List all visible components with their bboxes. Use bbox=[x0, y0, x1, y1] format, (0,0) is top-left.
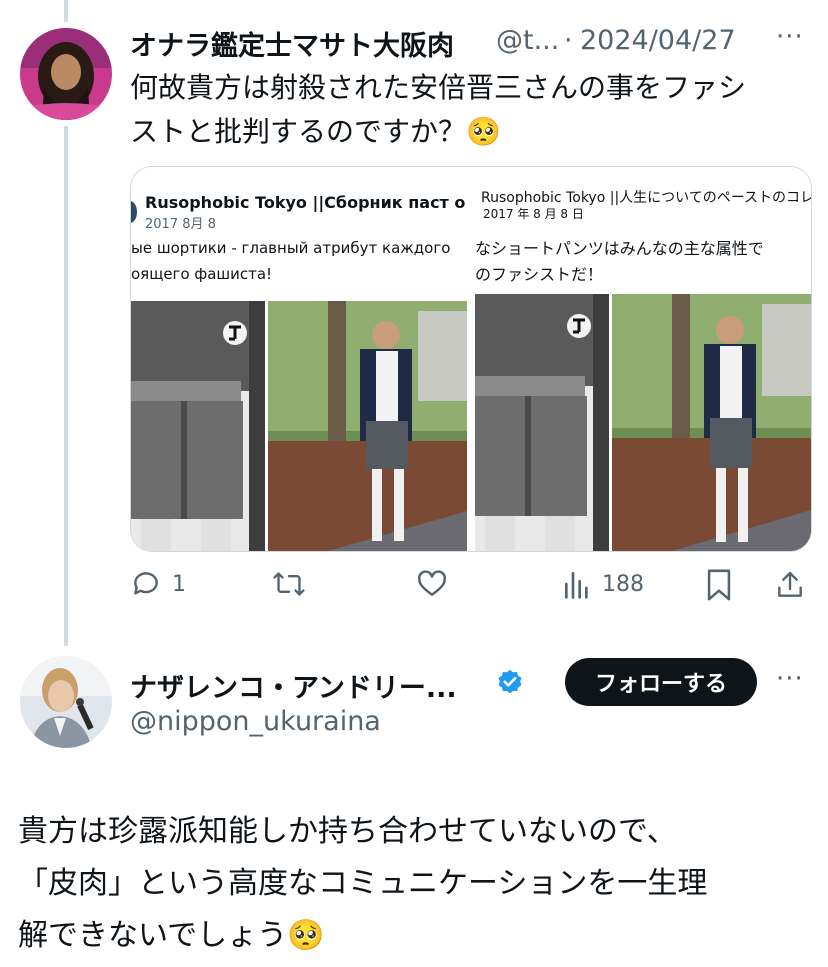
tweet-text-line: 何故貴方は射殺された安倍晋三さんの事をファシ bbox=[130, 71, 747, 104]
historical-photo bbox=[131, 301, 265, 551]
author-name[interactable]: ナザレンコ・アンドリー... bbox=[130, 666, 457, 705]
bookmark-icon bbox=[707, 569, 731, 601]
media-card[interactable]: Rusophobic Tokyo ||Сборник паст о ж 2017… bbox=[130, 166, 812, 552]
more-options-icon[interactable]: ··· bbox=[776, 664, 804, 694]
reply-count: 1 bbox=[172, 571, 186, 597]
source-title: Rusophobic Tokyo ||人生についてのペーストのコレクシ bbox=[481, 190, 811, 206]
abe-photo bbox=[268, 301, 467, 551]
thread-line-connector bbox=[64, 126, 68, 646]
abe-photo bbox=[612, 294, 811, 551]
views-count: 188 bbox=[602, 571, 644, 597]
author-handle[interactable]: @nippon_ukuraina bbox=[130, 706, 381, 737]
more-options-icon[interactable]: ··· bbox=[776, 22, 804, 52]
media-divider bbox=[467, 167, 475, 551]
author-handle[interactable]: @t... bbox=[496, 25, 559, 56]
reply-icon bbox=[134, 572, 158, 595]
like-button[interactable] bbox=[416, 568, 458, 600]
retweet-icon bbox=[273, 572, 305, 596]
follow-button[interactable]: フォローする bbox=[565, 658, 757, 706]
retweet-button[interactable] bbox=[272, 568, 316, 600]
share-icon bbox=[778, 571, 802, 597]
avatar[interactable] bbox=[20, 28, 112, 120]
avatar[interactable] bbox=[20, 656, 112, 748]
author-name[interactable]: オナラ鑑定士マサト大阪肉 bbox=[130, 24, 454, 63]
tweet-text: 何故貴方は射殺された安倍晋三さんの事をファシ ストと批判するのですか？🥺 bbox=[130, 66, 820, 154]
media-left[interactable]: Rusophobic Tokyo ||Сборник паст о ж 2017… bbox=[131, 167, 467, 551]
share-button[interactable] bbox=[774, 568, 806, 602]
tweet-text: 貴方は珍露派知能しか持ち合わせていないので、 「皮肉」という高度なコミュニケーシ… bbox=[18, 806, 818, 962]
reply-button[interactable]: 1 bbox=[130, 568, 186, 600]
source-date: 2017 年 8 月 8 日 bbox=[483, 207, 584, 221]
thread-line-top bbox=[64, 0, 68, 22]
source-title: Rusophobic Tokyo ||Сборник паст о ж bbox=[145, 193, 467, 212]
pleading-face-emoji: 🥺 bbox=[287, 918, 325, 953]
tweet-date[interactable]: 2024/04/27 bbox=[580, 25, 736, 56]
views-button[interactable]: 188 bbox=[562, 568, 644, 600]
caption-line: оящего фашиста! bbox=[131, 265, 273, 283]
historical-photo bbox=[475, 294, 609, 551]
tweet-text-line: 解できないでしょう🥺 bbox=[18, 910, 818, 962]
verified-badge-icon bbox=[496, 668, 524, 700]
caption-line: ые шортики - главный атрибут каждого bbox=[131, 239, 451, 257]
tweet-text-line: ストと批判するのですか？🥺 bbox=[130, 110, 820, 154]
bookmark-button[interactable] bbox=[704, 568, 734, 602]
source-date: 2017 8月 8 bbox=[145, 217, 216, 232]
meta-separator: · bbox=[564, 25, 573, 56]
caption-line: のファシストだ！ bbox=[475, 265, 604, 284]
source-avatar-icon bbox=[131, 201, 137, 223]
media-right[interactable]: Rusophobic Tokyo ||人生についてのペーストのコレクシ 2017… bbox=[475, 167, 811, 551]
analytics-icon bbox=[565, 572, 588, 599]
caption-line: なショートパンツはみんなの主な属性で bbox=[475, 239, 764, 258]
tweet-text-line: 「皮肉」という高度なコミュニケーションを一生理 bbox=[18, 866, 708, 901]
pleading-face-emoji: 🥺 bbox=[466, 115, 501, 148]
tweet-text-segment: ストと批判するのですか？ bbox=[130, 115, 467, 148]
heart-icon bbox=[418, 570, 446, 596]
avatar-image bbox=[20, 656, 112, 748]
tweet-text-line: 貴方は珍露派知能しか持ち合わせていないので、 bbox=[18, 814, 677, 849]
avatar-image bbox=[20, 28, 112, 120]
tweet-text-segment: 解できないでしょう bbox=[18, 918, 288, 953]
